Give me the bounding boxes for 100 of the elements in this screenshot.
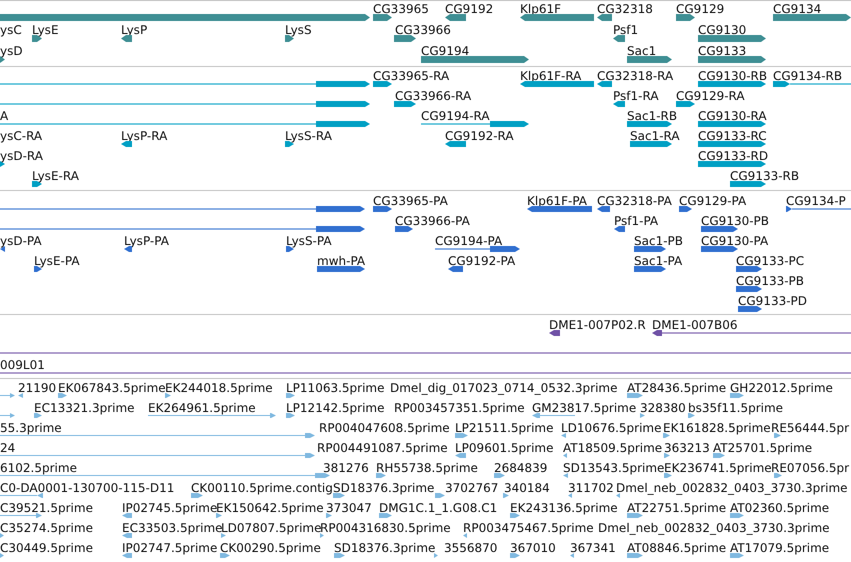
feature-label: LD10676.5prime (561, 422, 662, 434)
feature-label: EK243136.5prime (510, 502, 618, 514)
feature-label: CG9130-PA (701, 235, 768, 247)
feature-label: RE07056.5pr (771, 462, 850, 474)
feature-label: CG32318-RA (597, 70, 674, 82)
feature-label: CG32318 (597, 3, 653, 15)
feature-label: RP004047608.5prime (319, 422, 450, 434)
feature-label: 367010 (510, 542, 556, 554)
feature-label: Psf1-RA (613, 90, 659, 102)
feature-label: CG9129-RA (676, 90, 745, 102)
feature-label: CG9130-RA (698, 110, 767, 122)
feature-label: CG32318-PA (597, 195, 672, 207)
feature-label: LysS-PA (286, 235, 332, 247)
feature-label: CG9192-RA (445, 130, 514, 142)
feature-label: Sac1-RA (630, 130, 680, 142)
feature-label: CG9133-PD (738, 295, 808, 307)
feature-label: bs35f11.5prime (688, 402, 784, 414)
feature-label: LysP-RA (121, 130, 168, 142)
feature-label: LP11063.5prime (286, 382, 385, 394)
feature-label: C39521.5prime (0, 502, 93, 514)
feature-label: Sac1-PA (634, 255, 682, 267)
feature-label: AT22751.5prime (627, 502, 726, 514)
feature-label: LP21511.5prime (455, 422, 554, 434)
feature-label: CG9194 (421, 45, 470, 57)
feature-label: 340184 (504, 482, 550, 494)
feature-label: 24 (0, 442, 16, 454)
feature-label: ysC (0, 24, 22, 36)
feature-label: Psf1-PA (614, 215, 658, 227)
feature-label: EK150642.5prime (216, 502, 324, 514)
feature-label: Dmel_dig_017023_0714_0532.3prime (390, 382, 618, 394)
feature-label: 367341 (570, 542, 616, 554)
feature-label: CG9133-RD (698, 150, 768, 162)
feature-label: CG33966 (395, 24, 451, 36)
feature-label: SD13543.5prime (563, 462, 664, 474)
feature-label: EK161828.5prime (663, 422, 771, 434)
feature-label: C35274.5prime (0, 522, 93, 534)
feature-label: LP12142.5prime (286, 402, 385, 414)
feature-label: 328380 (640, 402, 686, 414)
feature-label: GM23817.5prime (532, 402, 636, 414)
feature-label: CG9130-PB (701, 215, 770, 227)
feature-label: RP004491087.5prime (317, 442, 448, 454)
feature-label: AT25701.5prime (713, 442, 812, 454)
feature-label: ysD-PA (0, 235, 42, 247)
feature-label: 311702 (568, 482, 614, 494)
feature-label: CG9133-RC (698, 130, 767, 142)
feature-label: LysE-RA (32, 170, 79, 182)
feature-label: RH55738.5prime (376, 462, 478, 474)
feature-label: LysS (285, 24, 312, 36)
feature-label: RP004316830.5prime (320, 522, 451, 534)
feature-label: GH22012.5prime (730, 382, 833, 394)
feature-label: Psf1 (613, 24, 638, 36)
feature-label: LysE-PA (34, 255, 80, 267)
feature-label: IP02747.5prime (122, 542, 218, 554)
feature-label: 55.3prime (0, 422, 62, 434)
feature-label: LysP-PA (124, 235, 169, 247)
feature-label: CG9134-P (786, 195, 846, 207)
feature-label: DME1-007P02.R (549, 319, 646, 331)
feature-label: 381276 (323, 462, 369, 474)
feature-label: CG9192-PA (448, 255, 516, 267)
feature-label: Sac1-PB (634, 235, 684, 247)
feature-label: CG33965-RA (373, 70, 450, 82)
feature-label: EK067843.5prime (58, 382, 166, 394)
feature-label: Dmel_neb_002832_0403_3730.3prime (616, 482, 848, 494)
feature-label: CG9133-RB (730, 170, 800, 182)
feature-label: SD18376.3prime (334, 542, 436, 554)
feature-label: CG9133-PB (736, 275, 804, 287)
feature-label: CG9129-PA (679, 195, 746, 207)
feature-label: CG33966-RA (395, 90, 472, 102)
feature-label: A (0, 110, 8, 122)
feature-label: CG9129 (676, 3, 724, 15)
feature-label: 2684839 (494, 462, 548, 474)
feature-label: Sac1 (627, 45, 656, 57)
feature-label: CG9194-PA (435, 235, 502, 247)
feature-label: CG9133-PC (736, 255, 804, 267)
feature-label: 3556870 (444, 542, 498, 554)
feature-label: CG9133 (698, 45, 746, 57)
feature-label: C30449.5prime (0, 542, 93, 554)
feature-label: LysP (121, 24, 148, 36)
feature-label: EK244018.5prime (165, 382, 273, 394)
feature-label: CK00110.5prime.contig (191, 482, 333, 494)
feature-label: RP003457351.5prime (394, 402, 525, 414)
feature-label: AT18509.5prime (563, 442, 662, 454)
feature-label: AT28436.5prime (627, 382, 726, 394)
feature-label: LP09601.5prime (455, 442, 554, 454)
feature-label: RP003475467.5prime (463, 522, 594, 534)
feature-label: Dmel_neb_002832_0403_3730.3prime (598, 522, 830, 534)
feature-label: CG9130-RB (698, 70, 768, 82)
feature-label: EC13321.3prime (34, 402, 135, 414)
feature-label: C0-DA0001-130700-115-D11 (0, 482, 174, 494)
feature-label: RE56444.5pr (771, 422, 850, 434)
feature-label: AT02360.5prime (730, 502, 830, 514)
feature-label: SD18376.3prime (333, 482, 434, 494)
feature-label: ysD-RA (0, 150, 43, 162)
feature-label: DME1-007B06 (652, 319, 738, 331)
feature-label: DMG1C.1_1.G08.C1 (379, 502, 498, 514)
feature-label: EK236741.5prime (664, 462, 772, 474)
feature-label: CG33965-PA (373, 195, 448, 207)
feature-label: 373047 (326, 502, 372, 514)
feature-label: 3702767 (445, 482, 498, 494)
feature-label: IP02745.5prime (122, 502, 218, 514)
